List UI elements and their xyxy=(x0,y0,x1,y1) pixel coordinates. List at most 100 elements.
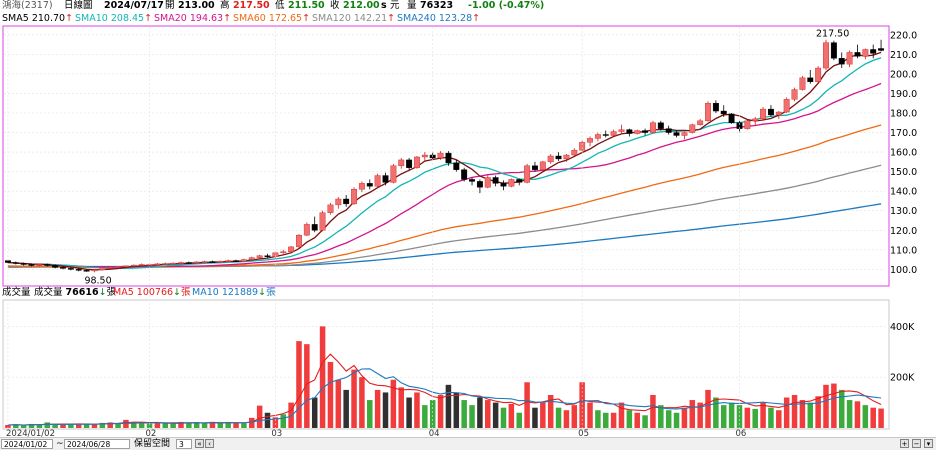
date-tick-label: 04 xyxy=(429,429,440,437)
volume-bar xyxy=(186,422,192,428)
volume-bar xyxy=(414,392,420,428)
volume-bar xyxy=(508,403,515,428)
vol-ma5-value: 100766 xyxy=(136,287,174,298)
volume-bar xyxy=(280,414,286,428)
unit-label: 元 xyxy=(390,0,400,11)
volume-bar xyxy=(650,394,656,428)
candle-body xyxy=(319,212,326,231)
vol-ma10-arrow: ↓ xyxy=(258,287,267,298)
price-tick-label: 110.0 xyxy=(890,245,917,256)
vol-ma10-label: MA10 xyxy=(192,287,219,298)
reserved-space-input[interactable]: 3 xyxy=(176,439,192,449)
candle-body xyxy=(248,257,255,260)
zoom-in-button[interactable]: + xyxy=(900,439,909,448)
price-tick-label: 130.0 xyxy=(890,206,917,217)
candle-body xyxy=(508,179,515,187)
zoom-out-button[interactable]: − xyxy=(912,439,921,448)
candle-body xyxy=(52,265,59,268)
stock-name: 鴻海(2317) xyxy=(2,0,53,11)
price-tick-label: 170.0 xyxy=(890,128,917,139)
scroll-prev-button[interactable]: ‹ xyxy=(205,439,214,448)
candle-body xyxy=(469,179,475,182)
candle-body xyxy=(665,128,672,133)
volume-bar xyxy=(138,422,145,428)
volume-bar xyxy=(374,389,381,428)
candle-body xyxy=(264,255,271,257)
volume-bar xyxy=(540,402,546,428)
candle-body xyxy=(870,49,877,54)
sma120-arrow: ↑ xyxy=(387,13,396,24)
candle-body xyxy=(414,156,420,168)
volume-bar xyxy=(398,387,404,428)
volume-bar xyxy=(162,423,169,428)
volume-bar xyxy=(768,407,774,428)
candle-body xyxy=(201,261,208,263)
volume-bar xyxy=(351,369,357,428)
volume-bar xyxy=(807,402,814,428)
sma120-legend: SMA120 142.21↑ xyxy=(312,12,395,25)
candle-body xyxy=(358,183,365,190)
volume-arrow: ↓ xyxy=(98,287,107,298)
date-range-separator: ~ xyxy=(56,439,64,449)
candle-body xyxy=(343,198,350,205)
volume-axis: 200K 400K xyxy=(890,322,915,384)
volume-bar xyxy=(359,377,365,428)
end-date-value: 2024/06/28 xyxy=(67,440,111,449)
sma120-value: 142.21 xyxy=(353,13,388,24)
candle-body xyxy=(492,177,499,184)
sma240-value: 123.28 xyxy=(438,13,473,24)
price-tick-label: 200.0 xyxy=(890,69,917,80)
sma120-label: SMA120 xyxy=(312,13,351,24)
candle-body xyxy=(233,260,240,262)
volume-bar xyxy=(217,423,224,428)
candle-body xyxy=(516,179,523,183)
volume-bar xyxy=(618,402,625,428)
close-value: 212.00 xyxy=(343,0,380,11)
volume-value: 76323 xyxy=(420,0,454,11)
sma20-value: 194.63 xyxy=(189,13,224,24)
candle-body xyxy=(524,165,531,183)
volume-legend: 成交量 成交量 76616↓張 MA5 100766↓張 MA10 121889… xyxy=(0,287,890,299)
candle-body xyxy=(838,58,845,65)
volume-bar xyxy=(854,401,861,428)
volume-label: 量 xyxy=(407,0,417,11)
volume-bar xyxy=(304,344,310,428)
candle-body xyxy=(476,181,483,188)
open-value: 213.00 xyxy=(178,0,215,11)
candle-body xyxy=(44,264,51,266)
settings-button[interactable]: ▾ xyxy=(924,439,933,448)
quote-date: 2024/07/17 xyxy=(104,0,164,11)
candle-body xyxy=(767,108,774,116)
volume-bar xyxy=(170,423,176,428)
candle-body xyxy=(657,122,664,129)
volume-bar xyxy=(673,412,680,428)
volume-bar xyxy=(846,400,853,428)
candle-body xyxy=(60,267,66,269)
volume-bar xyxy=(595,410,601,428)
price-tick-label: 150.0 xyxy=(890,167,917,178)
candle-body xyxy=(854,52,861,57)
start-date-picker[interactable]: 2024/01/02 xyxy=(1,439,53,449)
sma5-legend: SMA5 210.70↑ xyxy=(2,12,73,25)
sma5-label: SMA5 xyxy=(2,13,29,24)
candle-body xyxy=(217,260,224,263)
candle-body xyxy=(20,263,27,265)
candle-body xyxy=(846,52,853,65)
candle-body xyxy=(571,149,578,156)
volume-bar xyxy=(453,392,460,428)
candle-body xyxy=(303,224,310,236)
volume-bar xyxy=(241,423,247,428)
low-price-label: 98.50 xyxy=(84,275,111,286)
vol-ma5-label: MA5 xyxy=(113,287,134,298)
candle-body xyxy=(178,262,184,264)
candle-body xyxy=(240,259,247,262)
candle-body xyxy=(712,103,719,112)
scroll-first-button[interactable]: « xyxy=(195,439,204,448)
end-date-picker[interactable]: 2024/06/28 xyxy=(64,439,130,449)
volume-bar xyxy=(445,384,452,428)
sma60-value: 172.65 xyxy=(268,13,303,24)
volume-tick-label: 200K xyxy=(890,373,915,384)
sma20-legend: SMA20 194.63↑ xyxy=(154,12,231,25)
candle-body xyxy=(75,269,82,271)
candle-body xyxy=(728,113,735,123)
